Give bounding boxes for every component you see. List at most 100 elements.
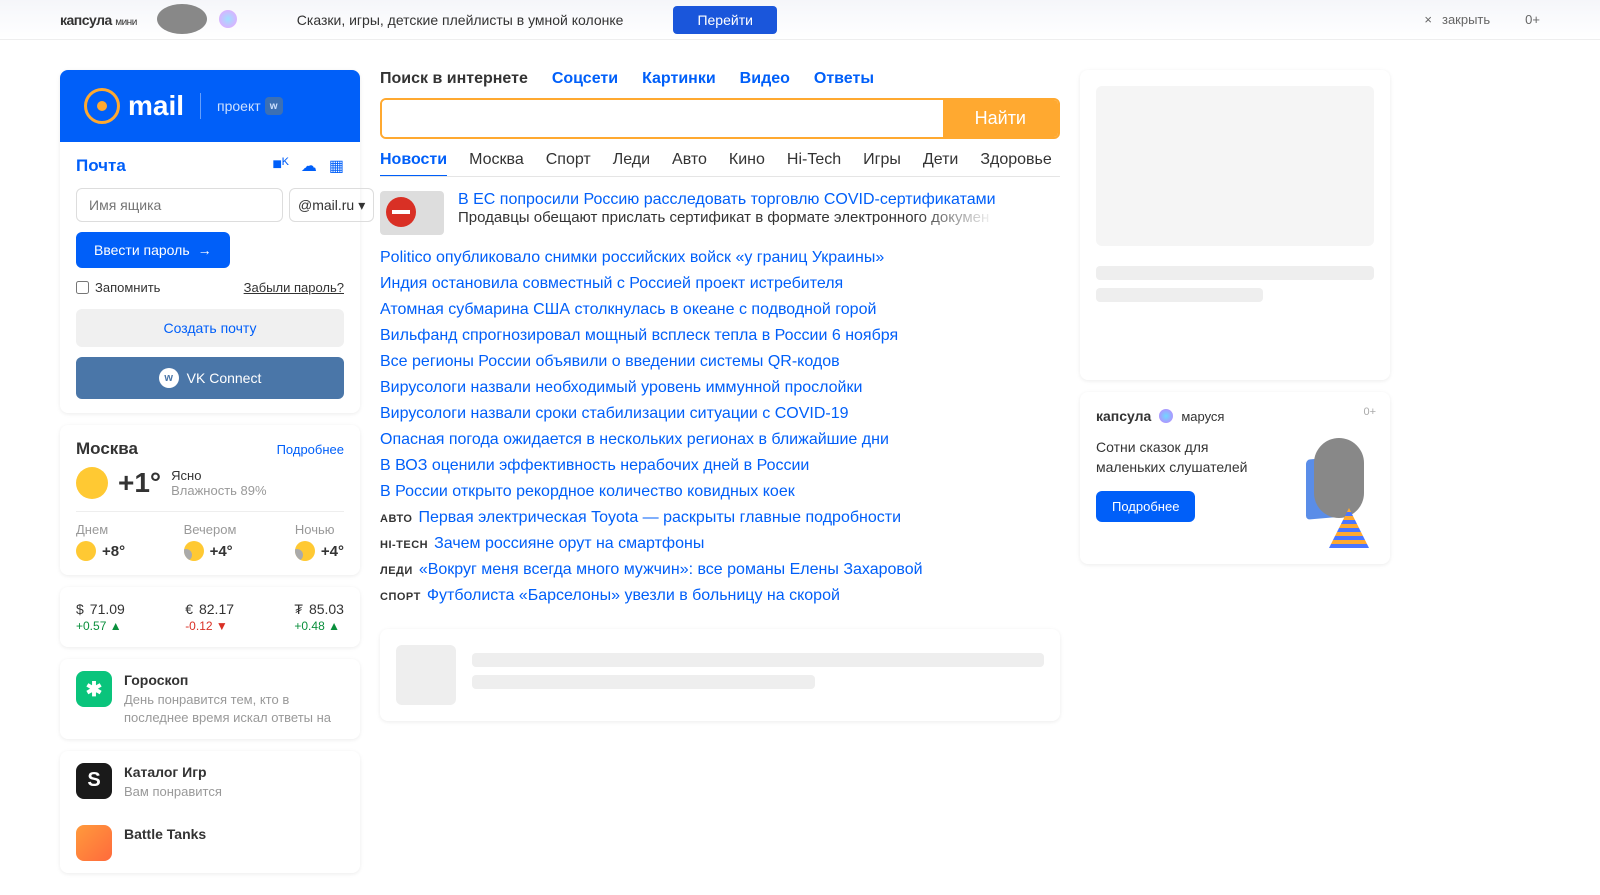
arrow-right-icon: → — [198, 242, 212, 258]
promo-text: Сотни сказок для маленьких слушателей — [1096, 438, 1276, 477]
rate-usd: $ 71.09 +0.57 ▲ — [76, 601, 125, 633]
vk-connect-icon: w — [159, 368, 179, 388]
cloud-icon[interactable]: ☁ — [301, 156, 317, 176]
news-item[interactable]: ЛЕДИ«Вокруг меня всегда много мужчин»: в… — [380, 557, 1060, 583]
search-tab-answers[interactable]: Ответы — [814, 70, 874, 88]
search-type-tabs: Поиск в интернете Соцсети Картинки Видео… — [380, 70, 1060, 88]
tab-sport[interactable]: Спорт — [546, 151, 591, 170]
promo-list-card: ✱ ГороскопДень понравится тем, кто в пос… — [60, 659, 360, 739]
video-icon[interactable]: ■ᴷ — [272, 156, 288, 176]
search-tab-internet[interactable]: Поиск в интернете — [380, 70, 528, 88]
promo-age-rating: 0+ — [1363, 406, 1376, 418]
news-item[interactable]: Опасная погода ожидается в нескольких ре… — [380, 427, 1060, 453]
news-item[interactable]: Атомная субмарина США столкнулась в океа… — [380, 297, 1060, 323]
search-tab-images[interactable]: Картинки — [642, 70, 716, 88]
sun-icon — [76, 541, 96, 561]
featured-news[interactable]: В ЕС попросили Россию расследовать торго… — [380, 191, 1060, 235]
forecast-night: Ночью +4° — [295, 522, 344, 561]
news-item[interactable]: Индия остановила совместный с Россией пр… — [380, 271, 1060, 297]
news-item[interactable]: В России открыто рекордное количество ко… — [380, 479, 1060, 505]
news-item[interactable]: Вильфанд спрогнозировал мощный всплеск т… — [380, 323, 1060, 349]
top-promo-banner: капсула мини Сказки, игры, детские плейл… — [0, 0, 1600, 40]
forecast-day: Днем +8° — [76, 522, 125, 561]
horoscope-icon: ✱ — [76, 671, 112, 707]
promo-games-catalog[interactable]: S Каталог ИгрВам понравится — [60, 751, 360, 813]
logo-text: mail — [128, 90, 184, 122]
tab-kino[interactable]: Кино — [729, 151, 765, 170]
news-item[interactable]: Вирусологи назвали сроки стабилизации си… — [380, 401, 1060, 427]
search-bar: Найти — [380, 98, 1060, 139]
create-mail-button[interactable]: Создать почту — [76, 309, 344, 347]
promo-list-card: S Каталог ИгрВам понравится Battle Tanks — [60, 751, 360, 873]
sun-icon — [76, 467, 108, 499]
promo-horoscope[interactable]: ✱ ГороскопДень понравится тем, кто в пос… — [60, 659, 360, 739]
news-item[interactable]: АВТОПервая электрическая Toyota — раскры… — [380, 505, 1060, 531]
weather-condition: Ясно — [171, 468, 266, 483]
promo-details-button[interactable]: Подробнее — [1096, 491, 1195, 522]
kapsula-promo-card: 0+ капсула маруся Сотни сказок для мален… — [1080, 392, 1390, 564]
at-logo-icon — [84, 88, 120, 124]
featured-headline: В ЕС попросили Россию расследовать торго… — [458, 191, 996, 209]
currency-rates-card[interactable]: $ 71.09 +0.57 ▲ € 82.17 -0.12 ▼ ₮ 85.03 … — [60, 587, 360, 647]
moon-cloud-icon — [184, 541, 204, 561]
search-button[interactable]: Найти — [943, 100, 1058, 137]
tab-games[interactable]: Игры — [863, 151, 901, 170]
banner-tagline: Сказки, игры, детские плейлисты в умной … — [297, 12, 624, 28]
mailbox-name-input[interactable] — [76, 188, 283, 222]
current-temp: +1° — [118, 467, 161, 499]
category-tabs: Новости Москва Спорт Леди Авто Кино Hi-T… — [380, 151, 1060, 177]
tab-lady[interactable]: Леди — [613, 151, 650, 170]
close-icon: × — [1424, 12, 1432, 27]
battle-tanks-icon — [76, 825, 112, 861]
search-input[interactable] — [382, 100, 943, 137]
mail-section-title[interactable]: Почта — [76, 156, 126, 176]
tab-moscow[interactable]: Москва — [469, 151, 524, 170]
forecast-evening: Вечером +4° — [184, 522, 237, 561]
rate-oil: ₮ 85.03 +0.48 ▲ — [294, 601, 344, 633]
rate-eur: € 82.17 -0.12 ▼ — [185, 601, 234, 633]
calendar-icon[interactable]: ▦ — [329, 156, 344, 176]
news-item[interactable]: Politico опубликовало снимки российских … — [380, 245, 1060, 271]
weather-city: Москва — [76, 439, 138, 459]
news-item[interactable]: Вирусологи назвали необходимый уровень и… — [380, 375, 1060, 401]
banner-close-button[interactable]: × закрыть — [1424, 12, 1490, 27]
news-item[interactable]: HI-TECHЗачем россияне орут на смартфоны — [380, 531, 1060, 557]
logo-header[interactable]: mail проект w — [60, 70, 360, 142]
remember-checkbox-label[interactable]: Запомнить — [76, 280, 160, 295]
enter-password-button[interactable]: Ввести пароль → — [76, 232, 230, 268]
featured-summary: Продавцы обещают прислать сертификат в ф… — [458, 209, 996, 226]
tab-health[interactable]: Здоровье — [980, 151, 1051, 170]
promo-battle-tanks[interactable]: Battle Tanks — [60, 813, 360, 873]
weather-card: Москва Подробнее +1° Ясно Влажность 89% … — [60, 425, 360, 575]
promo-brand: капсула — [1096, 408, 1151, 424]
chevron-down-icon: ▾ — [358, 197, 365, 214]
weather-details-link[interactable]: Подробнее — [277, 442, 344, 457]
weather-humidity: Влажность 89% — [171, 483, 266, 498]
loading-skeleton — [380, 629, 1060, 721]
mail-login-card: mail проект w Почта ■ᴷ ☁ ▦ @mail.ru ▾ — [60, 70, 360, 413]
news-item[interactable]: Все регионы России объявили о введении с… — [380, 349, 1060, 375]
tab-kids[interactable]: Дети — [923, 151, 958, 170]
moon-cloud-icon — [295, 541, 315, 561]
marusya-label: маруся — [1181, 409, 1224, 424]
vk-connect-button[interactable]: w VK Connect — [76, 357, 344, 399]
tab-auto[interactable]: Авто — [672, 151, 707, 170]
project-label: проект w — [217, 97, 283, 115]
games-icon: S — [76, 763, 112, 799]
search-tab-video[interactable]: Видео — [740, 70, 790, 88]
banner-brand: капсула мини — [60, 12, 137, 28]
news-item[interactable]: В ВОЗ оценили эффективность нерабочих дн… — [380, 453, 1060, 479]
vk-icon: w — [265, 97, 283, 115]
forgot-password-link[interactable]: Забыли пароль? — [244, 280, 344, 295]
news-list: Politico опубликовало снимки российских … — [380, 245, 1060, 609]
banner-go-button[interactable]: Перейти — [673, 6, 776, 34]
search-tab-social[interactable]: Соцсети — [552, 70, 618, 88]
promo-illustration — [1286, 438, 1374, 548]
news-item[interactable]: СПОРТФутболиста «Барселоны» увезли в бол… — [380, 583, 1060, 609]
remember-checkbox[interactable] — [76, 281, 89, 294]
mail-domain-select[interactable]: @mail.ru ▾ — [289, 188, 374, 222]
ad-skeleton — [1080, 70, 1390, 380]
tab-news[interactable]: Новости — [380, 151, 447, 177]
news-thumbnail — [380, 191, 444, 235]
tab-hitech[interactable]: Hi-Tech — [787, 151, 841, 170]
